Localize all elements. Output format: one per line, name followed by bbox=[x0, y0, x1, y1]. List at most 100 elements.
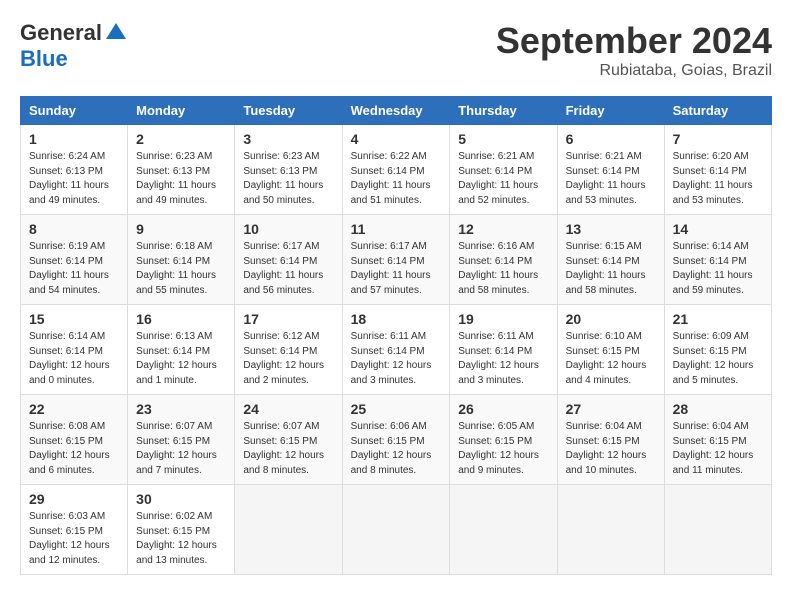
calendar-cell: 19 Sunrise: 6:11 AM Sunset: 6:14 PM Dayli… bbox=[450, 305, 557, 395]
calendar-cell bbox=[342, 485, 450, 575]
day-number: 27 bbox=[566, 401, 656, 417]
calendar-cell: 24 Sunrise: 6:07 AM Sunset: 6:15 PM Dayli… bbox=[235, 395, 342, 485]
day-info: Sunrise: 6:21 AM Sunset: 6:14 PM Dayligh… bbox=[458, 150, 548, 208]
day-number: 1 bbox=[29, 131, 119, 147]
calendar-cell: 1 Sunrise: 6:24 AM Sunset: 6:13 PM Daylig… bbox=[21, 125, 128, 215]
calendar-week-row: 8Sunrise: 6:19 AM Sunset: 6:14 PM Daylig… bbox=[21, 215, 772, 305]
calendar-table: SundayMondayTuesdayWednesdayThursdayFrid… bbox=[20, 96, 772, 575]
calendar-cell: 12 Sunrise: 6:16 AM Sunset: 6:14 PM Dayli… bbox=[450, 215, 557, 305]
day-number: 18 bbox=[351, 311, 442, 327]
day-number: 7 bbox=[673, 131, 763, 147]
day-info: Sunrise: 6:04 AM Sunset: 6:15 PM Dayligh… bbox=[673, 420, 763, 478]
calendar-header-row: SundayMondayTuesdayWednesdayThursdayFrid… bbox=[21, 97, 772, 125]
logo-general-text: General bbox=[20, 20, 102, 46]
day-number: 10 bbox=[243, 221, 333, 237]
day-info: Sunrise: 6:22 AM Sunset: 6:14 PM Dayligh… bbox=[351, 150, 442, 208]
day-number: 29 bbox=[29, 491, 119, 507]
calendar-cell: 16 Sunrise: 6:13 AM Sunset: 6:14 PM Dayli… bbox=[128, 305, 235, 395]
location-text: Rubiataba, Goias, Brazil bbox=[496, 62, 772, 80]
day-info: Sunrise: 6:06 AM Sunset: 6:15 PM Dayligh… bbox=[351, 420, 442, 478]
calendar-cell: 4Sunrise: 6:22 AM Sunset: 6:14 PM Daylig… bbox=[342, 125, 450, 215]
calendar-week-row: 29 Sunrise: 6:03 AM Sunset: 6:15 PM Dayli… bbox=[21, 485, 772, 575]
calendar-cell: 28 Sunrise: 6:04 AM Sunset: 6:15 PM Dayli… bbox=[664, 395, 771, 485]
day-number: 21 bbox=[673, 311, 763, 327]
day-info: Sunrise: 6:12 AM Sunset: 6:14 PM Dayligh… bbox=[243, 330, 333, 388]
day-number: 15 bbox=[29, 311, 119, 327]
day-info: Sunrise: 6:14 AM Sunset: 6:14 PM Dayligh… bbox=[673, 240, 763, 298]
day-info: Sunrise: 6:21 AM Sunset: 6:14 PM Dayligh… bbox=[566, 150, 656, 208]
calendar-cell: 20Sunrise: 6:10 AM Sunset: 6:15 PM Dayli… bbox=[557, 305, 664, 395]
day-info: Sunrise: 6:10 AM Sunset: 6:15 PM Dayligh… bbox=[566, 330, 656, 388]
day-info: Sunrise: 6:09 AM Sunset: 6:15 PM Dayligh… bbox=[673, 330, 763, 388]
calendar-cell: 21 Sunrise: 6:09 AM Sunset: 6:15 PM Dayli… bbox=[664, 305, 771, 395]
day-info: Sunrise: 6:20 AM Sunset: 6:14 PM Dayligh… bbox=[673, 150, 763, 208]
calendar-cell: 17Sunrise: 6:12 AM Sunset: 6:14 PM Dayli… bbox=[235, 305, 342, 395]
calendar-cell: 25 Sunrise: 6:06 AM Sunset: 6:15 PM Dayli… bbox=[342, 395, 450, 485]
calendar-cell bbox=[235, 485, 342, 575]
calendar-day-header: Saturday bbox=[664, 97, 771, 125]
day-info: Sunrise: 6:11 AM Sunset: 6:14 PM Dayligh… bbox=[458, 330, 548, 388]
calendar-cell: 9 Sunrise: 6:18 AM Sunset: 6:14 PM Daylig… bbox=[128, 215, 235, 305]
day-info: Sunrise: 6:17 AM Sunset: 6:14 PM Dayligh… bbox=[243, 240, 333, 298]
day-info: Sunrise: 6:03 AM Sunset: 6:15 PM Dayligh… bbox=[29, 510, 119, 568]
day-info: Sunrise: 6:05 AM Sunset: 6:15 PM Dayligh… bbox=[458, 420, 548, 478]
calendar-cell bbox=[557, 485, 664, 575]
day-info: Sunrise: 6:07 AM Sunset: 6:15 PM Dayligh… bbox=[243, 420, 333, 478]
calendar-cell bbox=[450, 485, 557, 575]
day-number: 3 bbox=[243, 131, 333, 147]
day-number: 25 bbox=[351, 401, 442, 417]
day-number: 14 bbox=[673, 221, 763, 237]
calendar-cell: 22 Sunrise: 6:08 AM Sunset: 6:15 PM Dayli… bbox=[21, 395, 128, 485]
day-number: 5 bbox=[458, 131, 548, 147]
calendar-cell: 23Sunrise: 6:07 AM Sunset: 6:15 PM Dayli… bbox=[128, 395, 235, 485]
day-number: 26 bbox=[458, 401, 548, 417]
calendar-day-header: Friday bbox=[557, 97, 664, 125]
calendar-cell bbox=[664, 485, 771, 575]
day-info: Sunrise: 6:08 AM Sunset: 6:15 PM Dayligh… bbox=[29, 420, 119, 478]
day-number: 6 bbox=[566, 131, 656, 147]
day-number: 11 bbox=[351, 221, 442, 237]
day-info: Sunrise: 6:23 AM Sunset: 6:13 PM Dayligh… bbox=[136, 150, 226, 208]
page-header: General Blue September 2024 Rubiataba, G… bbox=[20, 20, 772, 80]
day-info: Sunrise: 6:07 AM Sunset: 6:15 PM Dayligh… bbox=[136, 420, 226, 478]
calendar-day-header: Sunday bbox=[21, 97, 128, 125]
calendar-day-header: Tuesday bbox=[235, 97, 342, 125]
day-info: Sunrise: 6:17 AM Sunset: 6:14 PM Dayligh… bbox=[351, 240, 442, 298]
day-info: Sunrise: 6:15 AM Sunset: 6:14 PM Dayligh… bbox=[566, 240, 656, 298]
day-number: 24 bbox=[243, 401, 333, 417]
day-info: Sunrise: 6:24 AM Sunset: 6:13 PM Dayligh… bbox=[29, 150, 119, 208]
day-number: 16 bbox=[136, 311, 226, 327]
calendar-cell: 5 Sunrise: 6:21 AM Sunset: 6:14 PM Daylig… bbox=[450, 125, 557, 215]
day-info: Sunrise: 6:04 AM Sunset: 6:15 PM Dayligh… bbox=[566, 420, 656, 478]
logo-blue-text: Blue bbox=[20, 46, 68, 72]
calendar-cell: 27 Sunrise: 6:04 AM Sunset: 6:15 PM Dayli… bbox=[557, 395, 664, 485]
day-info: Sunrise: 6:19 AM Sunset: 6:14 PM Dayligh… bbox=[29, 240, 119, 298]
logo-icon bbox=[104, 21, 128, 45]
day-info: Sunrise: 6:23 AM Sunset: 6:13 PM Dayligh… bbox=[243, 150, 333, 208]
day-info: Sunrise: 6:11 AM Sunset: 6:14 PM Dayligh… bbox=[351, 330, 442, 388]
day-info: Sunrise: 6:13 AM Sunset: 6:14 PM Dayligh… bbox=[136, 330, 226, 388]
calendar-cell: 30Sunrise: 6:02 AM Sunset: 6:15 PM Dayli… bbox=[128, 485, 235, 575]
calendar-week-row: 22 Sunrise: 6:08 AM Sunset: 6:15 PM Dayli… bbox=[21, 395, 772, 485]
calendar-cell: 3 Sunrise: 6:23 AM Sunset: 6:13 PM Daylig… bbox=[235, 125, 342, 215]
calendar-cell: 26 Sunrise: 6:05 AM Sunset: 6:15 PM Dayli… bbox=[450, 395, 557, 485]
day-info: Sunrise: 6:16 AM Sunset: 6:14 PM Dayligh… bbox=[458, 240, 548, 298]
calendar-week-row: 15 Sunrise: 6:14 AM Sunset: 6:14 PM Dayli… bbox=[21, 305, 772, 395]
day-number: 2 bbox=[136, 131, 226, 147]
calendar-day-header: Thursday bbox=[450, 97, 557, 125]
calendar-day-header: Wednesday bbox=[342, 97, 450, 125]
calendar-cell: 10 Sunrise: 6:17 AM Sunset: 6:14 PM Dayli… bbox=[235, 215, 342, 305]
calendar-cell: 2 Sunrise: 6:23 AM Sunset: 6:13 PM Daylig… bbox=[128, 125, 235, 215]
day-info: Sunrise: 6:18 AM Sunset: 6:14 PM Dayligh… bbox=[136, 240, 226, 298]
day-number: 9 bbox=[136, 221, 226, 237]
day-number: 19 bbox=[458, 311, 548, 327]
day-number: 28 bbox=[673, 401, 763, 417]
calendar-cell: 6 Sunrise: 6:21 AM Sunset: 6:14 PM Daylig… bbox=[557, 125, 664, 215]
day-info: Sunrise: 6:14 AM Sunset: 6:14 PM Dayligh… bbox=[29, 330, 119, 388]
calendar-cell: 14 Sunrise: 6:14 AM Sunset: 6:14 PM Dayli… bbox=[664, 215, 771, 305]
month-title: September 2024 bbox=[496, 20, 772, 62]
calendar-day-header: Monday bbox=[128, 97, 235, 125]
day-info: Sunrise: 6:02 AM Sunset: 6:15 PM Dayligh… bbox=[136, 510, 226, 568]
day-number: 12 bbox=[458, 221, 548, 237]
day-number: 22 bbox=[29, 401, 119, 417]
